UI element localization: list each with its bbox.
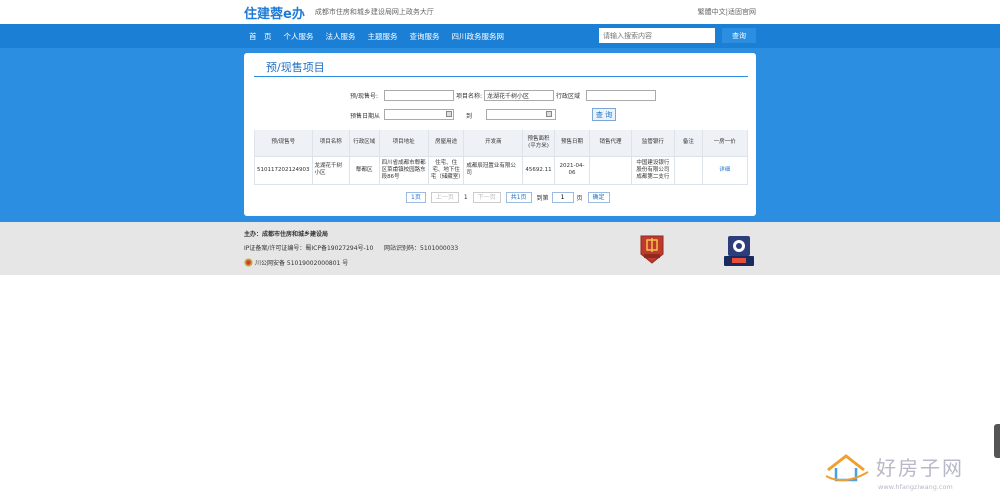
- footer: 主办：成都市住房和城乡建设局 IP证备案/许可证编号：蜀ICP备19027294…: [0, 222, 1000, 275]
- calendar-icon[interactable]: [446, 111, 452, 117]
- watermark: 好房子网 www.hfangziwang.com: [824, 452, 974, 492]
- district-input[interactable]: [586, 90, 656, 101]
- site-logo[interactable]: 住建蓉e办: [244, 3, 305, 22]
- cell-permit-no: 510117202124903: [254, 155, 313, 185]
- results-table: 预/现售号 项目名称 行政区域 项目地址 房屋用途 开发商 预售面积(平方米) …: [254, 130, 749, 185]
- main-nav: 首 页 个人服务 法人服务 主题服务 查询服务 四川政务服务网 查询: [244, 24, 756, 48]
- cell-agent: [589, 155, 632, 185]
- content-card: 预/现售项目 预/现售号: 项目名称: 行政区域 预售日期从 到 查 询 预/现…: [244, 53, 756, 216]
- cell-developer: 成都辰冠置业有限公司: [463, 155, 524, 185]
- cell-address: 四川省成都市郫都区菜甫镇校园路东段86号: [378, 155, 429, 185]
- cyber-police-icon[interactable]: [722, 232, 756, 268]
- date-to-label: 到: [466, 113, 473, 120]
- police-badge-icon: [244, 258, 253, 267]
- cell-usage: 住宅、住宅、地下住宅（储藏室）: [427, 155, 465, 185]
- nav-theme-service[interactable]: 主题服务: [368, 31, 398, 42]
- page-total: 共1页: [505, 192, 532, 203]
- page-title: 预/现售项目: [266, 61, 325, 74]
- query-button[interactable]: 查 询: [592, 108, 616, 121]
- nav-personal-service[interactable]: 个人服务: [284, 31, 314, 42]
- footer-icp[interactable]: IP证备案/许可证编号：蜀ICP备19027294号-10: [244, 243, 373, 252]
- permit-no-label: 预/现售号:: [350, 93, 379, 100]
- project-name-label: 项目名称:: [456, 93, 483, 100]
- page-current: 1: [463, 194, 468, 201]
- col-address: 项目地址: [378, 130, 429, 156]
- footer-site-code: 网站识别码：5101000033: [384, 245, 459, 252]
- cell-district: 郫都区: [348, 155, 380, 185]
- date-from-input[interactable]: [384, 109, 454, 120]
- cell-area: 45692.11: [522, 155, 555, 185]
- district-label: 行政区域: [556, 93, 581, 100]
- col-area: 预售面积(平方米): [522, 130, 555, 156]
- cell-remark: [674, 155, 703, 185]
- nav-query-service[interactable]: 查询服务: [410, 31, 440, 42]
- page-prev-button[interactable]: 上一页: [430, 192, 459, 203]
- nav-corporate-service[interactable]: 法人服务: [326, 31, 356, 42]
- table-row: 510117202124903 龙湖花千树小区 郫都区 四川省成都市郫都区菜甫镇…: [254, 155, 749, 185]
- cell-bank: 中国建设银行股份有限公司成都第二支行: [630, 155, 676, 185]
- date-from-label: 预售日期从: [350, 113, 381, 120]
- watermark-text: 好房子网: [876, 456, 964, 480]
- cell-date: 2021-04-06: [553, 155, 591, 185]
- col-developer: 开发商: [463, 130, 524, 156]
- calendar-icon[interactable]: [546, 111, 552, 117]
- table-header-row: 预/现售号 项目名称 行政区域 项目地址 房屋用途 开发商 预售面积(平方米) …: [254, 130, 749, 156]
- search-button[interactable]: 查询: [722, 28, 756, 43]
- project-name-input[interactable]: [484, 90, 554, 101]
- nav-home[interactable]: 首 页: [249, 31, 272, 42]
- pagination: 1页 上一页 1 下一页 共1页 到第 页 确定: [406, 192, 615, 203]
- gov-error-correction-icon[interactable]: [639, 234, 665, 264]
- top-header: 住建蓉e办 成都市住房和城乡建设局网上政务大厅 繁體中文|适固官网: [0, 0, 1000, 24]
- house-logo-icon: [825, 454, 869, 482]
- footer-police[interactable]: 川公网安备 51019002000801 号: [244, 258, 348, 267]
- footer-host: 主办：成都市住房和城乡建设局: [244, 231, 329, 238]
- col-district: 行政区域: [348, 130, 380, 156]
- title-divider: [254, 76, 748, 77]
- nav-sichuan-gov[interactable]: 四川政务服务网: [452, 31, 505, 42]
- page-next-button[interactable]: 下一页: [472, 192, 501, 203]
- watermark-url: www.hfangziwang.com: [878, 483, 953, 491]
- goto-page-input[interactable]: [551, 192, 574, 203]
- col-price: 一房一价: [701, 130, 749, 156]
- col-usage: 房屋用途: [427, 130, 465, 156]
- col-permit-no: 预/现售号: [254, 130, 313, 156]
- col-date: 预售日期: [553, 130, 591, 156]
- permit-no-input[interactable]: [384, 90, 454, 101]
- col-bank: 监管银行: [630, 130, 676, 156]
- col-agent: 销售代理: [589, 130, 632, 156]
- col-project-name: 项目名称: [311, 130, 350, 156]
- site-subtitle: 成都市住房和城乡建设局网上政务大厅: [314, 8, 434, 16]
- goto-suffix: 页: [576, 195, 583, 202]
- side-tab[interactable]: [994, 424, 1000, 458]
- goto-confirm-button[interactable]: 确定: [587, 192, 610, 203]
- top-links[interactable]: 繁體中文|适固官网: [698, 7, 756, 17]
- col-remark: 备注: [674, 130, 703, 156]
- cell-project-name: 龙湖花千树小区: [311, 155, 350, 185]
- goto-prefix: 到第: [536, 195, 549, 202]
- detail-link[interactable]: 详细: [719, 167, 730, 173]
- cell-price: 详细: [701, 155, 749, 185]
- search-input[interactable]: [599, 28, 715, 43]
- page-first-button[interactable]: 1页: [406, 192, 426, 203]
